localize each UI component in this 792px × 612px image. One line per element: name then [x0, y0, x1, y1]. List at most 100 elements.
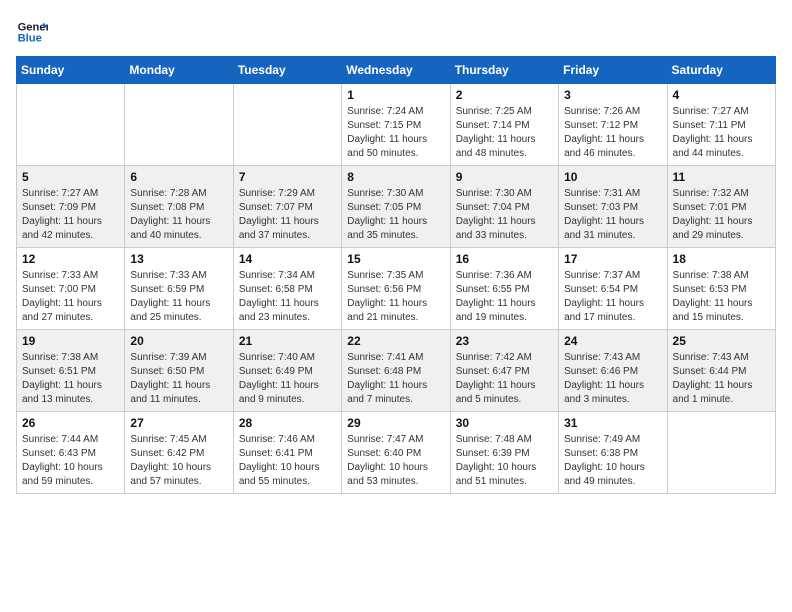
- day-number: 19: [22, 334, 119, 348]
- logo: General Blue: [16, 16, 48, 48]
- calendar-cell: 20 Sunrise: 7:39 AM Sunset: 6:50 PM Dayli…: [125, 330, 233, 412]
- calendar-cell: 15 Sunrise: 7:35 AM Sunset: 6:56 PM Dayli…: [342, 248, 450, 330]
- calendar-cell: 21Sunrise: 7:40 AM Sunset: 6:49 PM Dayli…: [233, 330, 341, 412]
- calendar-cell: 14 Sunrise: 7:34 AM Sunset: 6:58 PM Dayli…: [233, 248, 341, 330]
- day-number: 26: [22, 416, 119, 430]
- calendar-cell: 6Sunrise: 7:28 AM Sunset: 7:08 PM Daylig…: [125, 166, 233, 248]
- weekday-friday: Friday: [559, 57, 667, 84]
- day-info: Sunrise: 7:32 AM Sunset: 7:01 PM Dayligh…: [673, 187, 770, 243]
- calendar-cell: 16 Sunrise: 7:36 AM Sunset: 6:55 PM Dayli…: [450, 248, 558, 330]
- day-number: 7: [239, 170, 336, 184]
- day-number: 14: [239, 252, 336, 266]
- calendar-cell: 9 Sunrise: 7:30 AM Sunset: 7:04 PM Daylig…: [450, 166, 558, 248]
- calendar-week-1: 1Sunrise: 7:24 AM Sunset: 7:15 PM Daylig…: [17, 84, 776, 166]
- calendar-cell: 4Sunrise: 7:27 AM Sunset: 7:11 PM Daylig…: [667, 84, 775, 166]
- day-number: 29: [347, 416, 444, 430]
- calendar-cell: 2 Sunrise: 7:25 AM Sunset: 7:14 PM Daylig…: [450, 84, 558, 166]
- calendar-cell: [667, 412, 775, 494]
- calendar-cell: 28 Sunrise: 7:46 AM Sunset: 6:41 PM Dayli…: [233, 412, 341, 494]
- calendar-cell: 29 Sunrise: 7:47 AM Sunset: 6:40 PM Dayli…: [342, 412, 450, 494]
- day-number: 10: [564, 170, 661, 184]
- calendar-cell: 24 Sunrise: 7:43 AM Sunset: 6:46 PM Dayli…: [559, 330, 667, 412]
- day-number: 25: [673, 334, 770, 348]
- day-info: Sunrise: 7:42 AM Sunset: 6:47 PM Dayligh…: [456, 351, 553, 407]
- calendar-cell: [233, 84, 341, 166]
- calendar-cell: 5 Sunrise: 7:27 AM Sunset: 7:09 PM Daylig…: [17, 166, 125, 248]
- day-number: 17: [564, 252, 661, 266]
- day-number: 3: [564, 88, 661, 102]
- calendar-cell: 1Sunrise: 7:24 AM Sunset: 7:15 PM Daylig…: [342, 84, 450, 166]
- calendar-cell: 31 Sunrise: 7:49 AM Sunset: 6:38 PM Dayli…: [559, 412, 667, 494]
- day-number: 23: [456, 334, 553, 348]
- calendar-week-5: 26 Sunrise: 7:44 AM Sunset: 6:43 PM Dayli…: [17, 412, 776, 494]
- day-info: Sunrise: 7:38 AM Sunset: 6:51 PM Dayligh…: [22, 351, 119, 407]
- day-number: 11: [673, 170, 770, 184]
- day-info: Sunrise: 7:36 AM Sunset: 6:55 PM Dayligh…: [456, 269, 553, 325]
- day-number: 15: [347, 252, 444, 266]
- day-info: Sunrise: 7:46 AM Sunset: 6:41 PM Dayligh…: [239, 433, 336, 489]
- weekday-saturday: Saturday: [667, 57, 775, 84]
- day-info: Sunrise: 7:27 AM Sunset: 7:11 PM Dayligh…: [673, 105, 770, 161]
- day-number: 24: [564, 334, 661, 348]
- day-number: 30: [456, 416, 553, 430]
- day-number: 31: [564, 416, 661, 430]
- day-number: 27: [130, 416, 227, 430]
- calendar-table: SundayMondayTuesdayWednesdayThursdayFrid…: [16, 56, 776, 494]
- day-info: Sunrise: 7:39 AM Sunset: 6:50 PM Dayligh…: [130, 351, 227, 407]
- calendar-cell: 11 Sunrise: 7:32 AM Sunset: 7:01 PM Dayli…: [667, 166, 775, 248]
- day-info: Sunrise: 7:27 AM Sunset: 7:09 PM Dayligh…: [22, 187, 119, 243]
- day-info: Sunrise: 7:49 AM Sunset: 6:38 PM Dayligh…: [564, 433, 661, 489]
- day-number: 9: [456, 170, 553, 184]
- day-number: 6: [130, 170, 227, 184]
- calendar-cell: 30 Sunrise: 7:48 AM Sunset: 6:39 PM Dayli…: [450, 412, 558, 494]
- day-info: Sunrise: 7:43 AM Sunset: 6:44 PM Dayligh…: [673, 351, 770, 407]
- day-info: Sunrise: 7:24 AM Sunset: 7:15 PM Dayligh…: [347, 105, 444, 161]
- day-number: 5: [22, 170, 119, 184]
- day-number: 13: [130, 252, 227, 266]
- calendar-cell: 23 Sunrise: 7:42 AM Sunset: 6:47 PM Dayli…: [450, 330, 558, 412]
- calendar-cell: 7 Sunrise: 7:29 AM Sunset: 7:07 PM Daylig…: [233, 166, 341, 248]
- calendar-cell: 18 Sunrise: 7:38 AM Sunset: 6:53 PM Dayli…: [667, 248, 775, 330]
- calendar-cell: 25 Sunrise: 7:43 AM Sunset: 6:44 PM Dayli…: [667, 330, 775, 412]
- day-number: 16: [456, 252, 553, 266]
- weekday-header-row: SundayMondayTuesdayWednesdayThursdayFrid…: [17, 57, 776, 84]
- day-number: 18: [673, 252, 770, 266]
- day-info: Sunrise: 7:29 AM Sunset: 7:07 PM Dayligh…: [239, 187, 336, 243]
- day-info: Sunrise: 7:38 AM Sunset: 6:53 PM Dayligh…: [673, 269, 770, 325]
- day-number: 2: [456, 88, 553, 102]
- calendar-cell: 19 Sunrise: 7:38 AM Sunset: 6:51 PM Dayli…: [17, 330, 125, 412]
- day-info: Sunrise: 7:30 AM Sunset: 7:04 PM Dayligh…: [456, 187, 553, 243]
- day-info: Sunrise: 7:30 AM Sunset: 7:05 PM Dayligh…: [347, 187, 444, 243]
- day-info: Sunrise: 7:43 AM Sunset: 6:46 PM Dayligh…: [564, 351, 661, 407]
- weekday-sunday: Sunday: [17, 57, 125, 84]
- calendar-cell: 10 Sunrise: 7:31 AM Sunset: 7:03 PM Dayli…: [559, 166, 667, 248]
- calendar-cell: 22Sunrise: 7:41 AM Sunset: 6:48 PM Dayli…: [342, 330, 450, 412]
- calendar-cell: 12Sunrise: 7:33 AM Sunset: 7:00 PM Dayli…: [17, 248, 125, 330]
- calendar-cell: 17Sunrise: 7:37 AM Sunset: 6:54 PM Dayli…: [559, 248, 667, 330]
- calendar-body: 1Sunrise: 7:24 AM Sunset: 7:15 PM Daylig…: [17, 84, 776, 494]
- weekday-thursday: Thursday: [450, 57, 558, 84]
- svg-text:Blue: Blue: [18, 33, 42, 45]
- calendar-cell: 3 Sunrise: 7:26 AM Sunset: 7:12 PM Daylig…: [559, 84, 667, 166]
- day-info: Sunrise: 7:47 AM Sunset: 6:40 PM Dayligh…: [347, 433, 444, 489]
- day-info: Sunrise: 7:25 AM Sunset: 7:14 PM Dayligh…: [456, 105, 553, 161]
- day-info: Sunrise: 7:41 AM Sunset: 6:48 PM Dayligh…: [347, 351, 444, 407]
- calendar-cell: [125, 84, 233, 166]
- day-number: 20: [130, 334, 227, 348]
- day-info: Sunrise: 7:44 AM Sunset: 6:43 PM Dayligh…: [22, 433, 119, 489]
- logo-icon: General Blue: [16, 16, 48, 48]
- day-info: Sunrise: 7:26 AM Sunset: 7:12 PM Dayligh…: [564, 105, 661, 161]
- page-header: General Blue: [16, 16, 776, 48]
- weekday-monday: Monday: [125, 57, 233, 84]
- calendar-cell: [17, 84, 125, 166]
- day-number: 28: [239, 416, 336, 430]
- day-info: Sunrise: 7:35 AM Sunset: 6:56 PM Dayligh…: [347, 269, 444, 325]
- day-number: 8: [347, 170, 444, 184]
- day-info: Sunrise: 7:48 AM Sunset: 6:39 PM Dayligh…: [456, 433, 553, 489]
- weekday-tuesday: Tuesday: [233, 57, 341, 84]
- day-info: Sunrise: 7:34 AM Sunset: 6:58 PM Dayligh…: [239, 269, 336, 325]
- calendar-cell: 8 Sunrise: 7:30 AM Sunset: 7:05 PM Daylig…: [342, 166, 450, 248]
- calendar-week-2: 5 Sunrise: 7:27 AM Sunset: 7:09 PM Daylig…: [17, 166, 776, 248]
- day-info: Sunrise: 7:31 AM Sunset: 7:03 PM Dayligh…: [564, 187, 661, 243]
- day-info: Sunrise: 7:45 AM Sunset: 6:42 PM Dayligh…: [130, 433, 227, 489]
